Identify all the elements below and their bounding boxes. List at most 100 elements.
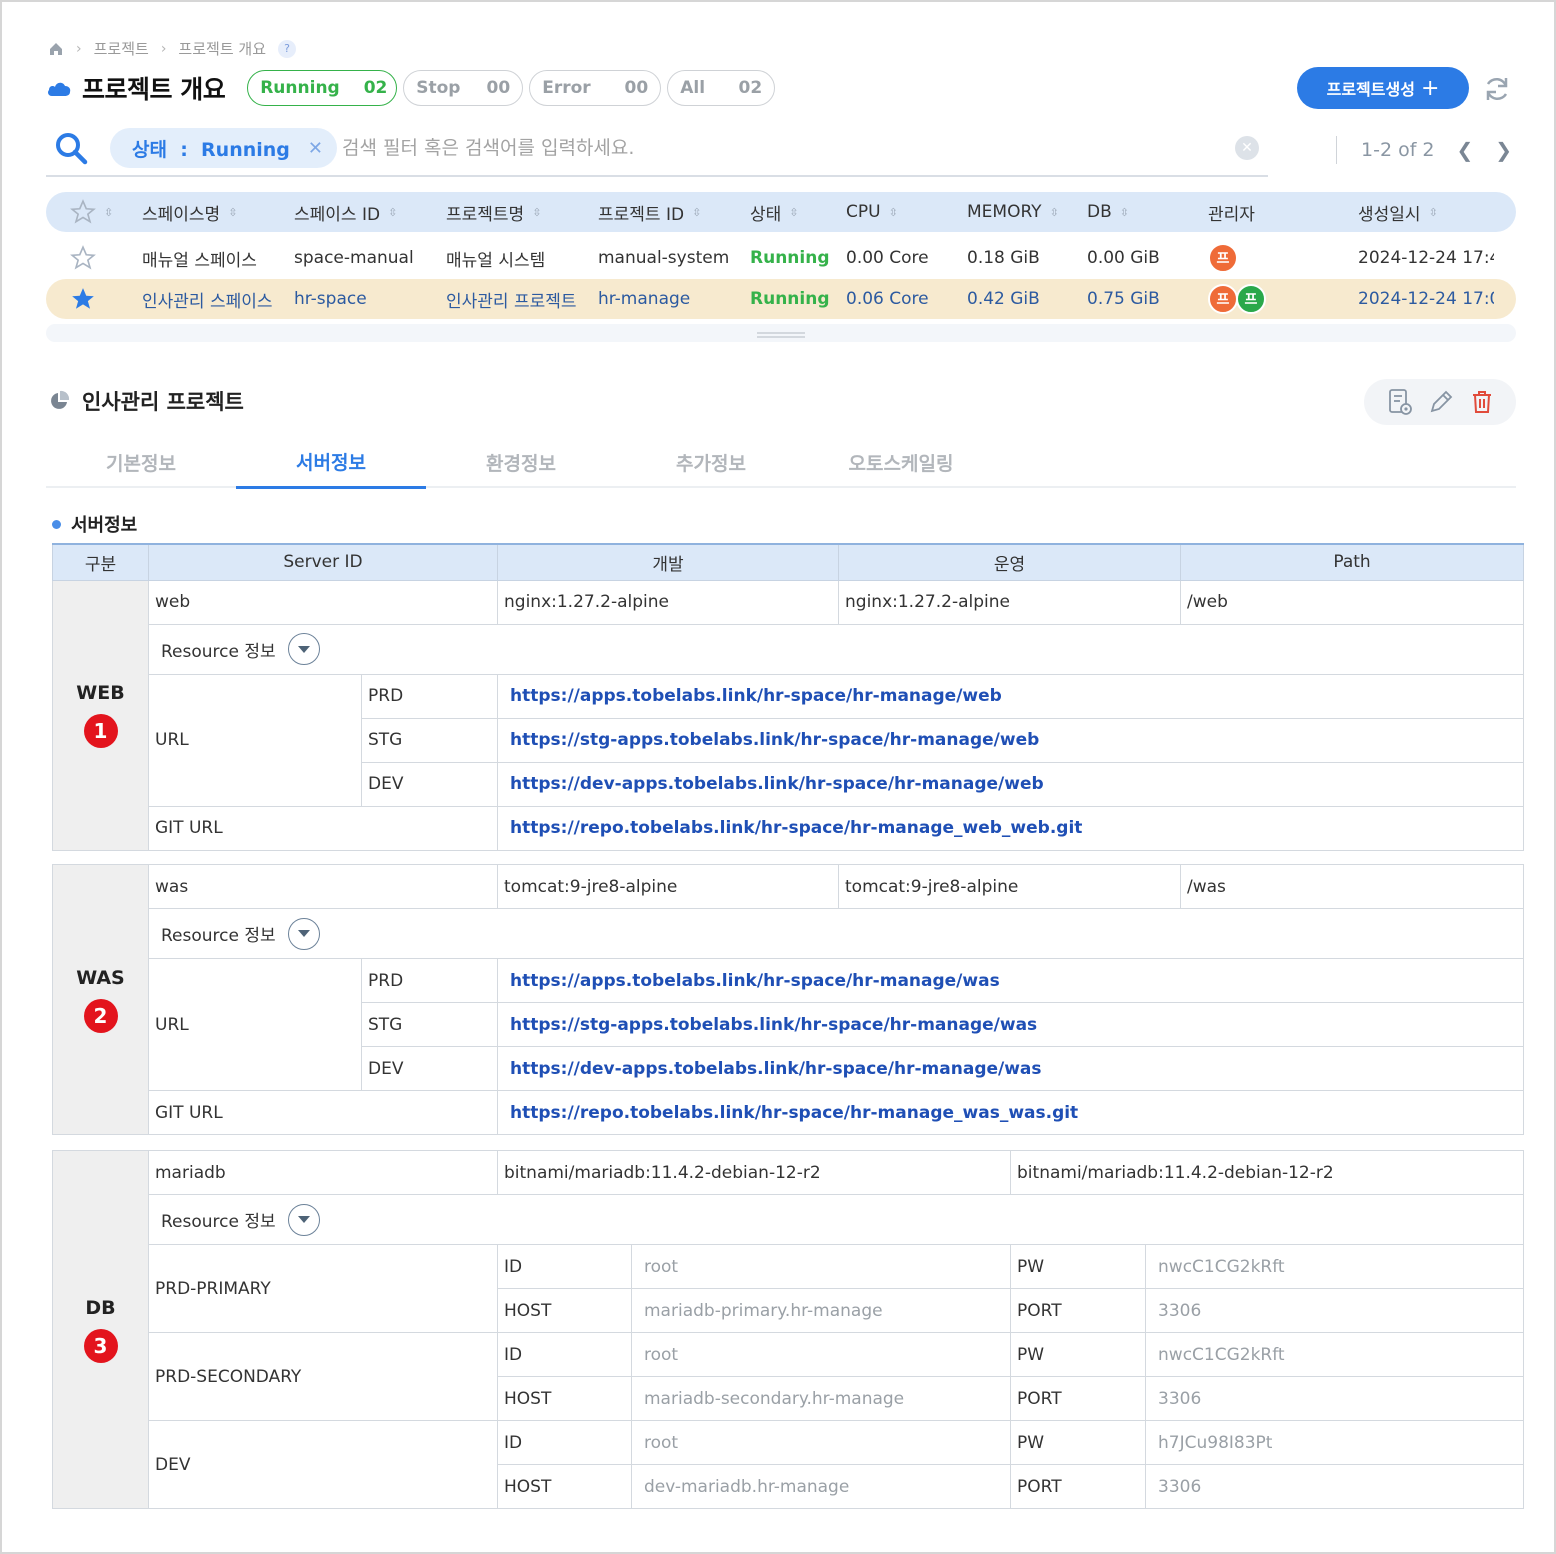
expand-resource-button[interactable] — [287, 633, 320, 665]
prev-page-icon[interactable]: ❮ — [1457, 138, 1474, 162]
filter-stop[interactable]: Stop 00 — [403, 70, 524, 106]
path-value: /was — [1180, 864, 1524, 909]
star-toggle[interactable] — [70, 279, 96, 319]
col-db[interactable]: DB ⇳ — [1087, 192, 1129, 232]
project-name: 매뉴얼 시스템 — [446, 250, 546, 271]
create-project-label: 프로젝트생성 — [1326, 80, 1415, 99]
db-port-value: 3306 — [1145, 1288, 1525, 1333]
col-status[interactable]: 상태 ⇳ — [750, 192, 799, 232]
sort-icon[interactable]: ⇳ — [1120, 206, 1129, 219]
url-link[interactable]: https://stg-apps.tobelabs.link/hr-space/… — [497, 1002, 1524, 1047]
resize-handle[interactable] — [757, 332, 805, 338]
ops-image: tomcat:9-jre8-alpine — [838, 864, 1181, 909]
cpu-value: 0.06 Core — [846, 289, 929, 309]
server-table-db: DB 3 mariadb bitnami/mariadb:11.4.2-debia… — [52, 1150, 1525, 1509]
tab-environment-info[interactable]: 환경정보 — [426, 436, 616, 488]
git-url-link[interactable]: https://repo.tobelabs.link/hr-space/hr-m… — [497, 1090, 1524, 1135]
server-table-web: 구분 Server ID 개발 운영 Path WEB 1 web nginx:1… — [52, 543, 1525, 851]
chevron-down-icon — [297, 1216, 310, 1223]
url-link[interactable]: https://apps.tobelabs.link/hr-space/hr-m… — [497, 673, 1525, 719]
cpu-value: 0.00 Core — [846, 248, 929, 268]
ops-image: nginx:1.27.2-alpine — [838, 579, 1182, 625]
trash-icon[interactable] — [1468, 388, 1496, 416]
url-link[interactable]: https://stg-apps.tobelabs.link/hr-space/… — [497, 717, 1525, 763]
project-id: hr-manage — [598, 289, 691, 309]
home-icon[interactable] — [48, 41, 64, 57]
header-server-id: Server ID — [147, 543, 499, 581]
db-id-value: root — [630, 1244, 1012, 1289]
dev-image: tomcat:9-jre8-alpine — [497, 864, 839, 909]
col-project-id[interactable]: 프로젝트 ID ⇳ — [598, 192, 701, 232]
clear-search-icon[interactable]: ✕ — [1235, 136, 1259, 160]
col-memory[interactable]: MEMORY ⇳ — [967, 192, 1059, 232]
sort-icon[interactable]: ⇳ — [692, 206, 701, 219]
sort-icon[interactable]: ⇳ — [532, 206, 541, 219]
col-project-name[interactable]: 프로젝트명 ⇳ — [446, 192, 541, 232]
status-badge: Running — [750, 289, 830, 309]
host-label: HOST — [497, 1376, 632, 1421]
sort-icon[interactable]: ⇳ — [104, 206, 113, 219]
project-row[interactable]: 매뉴얼 스페이스 space-manual 매뉴얼 시스템 manual-sys… — [46, 238, 1516, 278]
space-id: hr-space — [294, 289, 367, 309]
created-date: 2024-12-24 17:0 — [1358, 289, 1494, 309]
sort-icon[interactable]: ⇳ — [388, 206, 397, 219]
col-space-id[interactable]: 스페이스 ID ⇳ — [294, 192, 397, 232]
filter-label: Error — [542, 78, 591, 98]
avatar[interactable]: 프 — [1208, 284, 1238, 314]
expand-resource-button[interactable] — [287, 917, 320, 950]
avatar[interactable]: 프 — [1236, 284, 1266, 314]
git-url-label: GIT URL — [148, 1090, 498, 1135]
db-instance-name: PRD-PRIMARY — [148, 1244, 498, 1333]
breadcrumb-item-overview[interactable]: 프로젝트 개요 — [178, 38, 266, 59]
port-label: PORT — [1010, 1464, 1147, 1509]
avatar[interactable]: 프 — [1208, 243, 1238, 273]
db-id-value: root — [630, 1420, 1012, 1465]
tab-additional-info[interactable]: 추가정보 — [616, 436, 806, 488]
chevron-down-icon — [297, 645, 310, 653]
expand-resource-button[interactable] — [287, 1203, 320, 1236]
project-name: 인사관리 프로젝트 — [446, 291, 577, 312]
tab-basic-info[interactable]: 기본정보 — [46, 436, 236, 488]
db-pw-value: h7JCu98I83Pt — [1145, 1420, 1525, 1465]
admin-list: 프 — [1208, 238, 1238, 278]
settings-document-icon[interactable] — [1385, 387, 1415, 417]
project-row-selected[interactable]: 인사관리 스페이스 hr-space 인사관리 프로젝트 hr-manage R… — [46, 279, 1516, 319]
create-project-button[interactable]: 프로젝트생성 + — [1297, 67, 1469, 109]
help-icon[interactable]: ? — [278, 39, 296, 58]
url-link[interactable]: https://dev-apps.tobelabs.link/hr-space/… — [497, 761, 1525, 807]
refresh-icon[interactable] — [1482, 74, 1512, 104]
url-link[interactable]: https://apps.tobelabs.link/hr-space/hr-m… — [497, 958, 1524, 1003]
search-input[interactable] — [342, 131, 1222, 165]
git-url-label: GIT URL — [147, 805, 499, 851]
url-link[interactable]: https://dev-apps.tobelabs.link/hr-space/… — [497, 1046, 1524, 1091]
remove-filter-icon[interactable]: ✕ — [308, 138, 323, 159]
filter-chip[interactable]: 상태 : Running ✕ — [110, 128, 337, 168]
db-instance-name: PRD-SECONDARY — [148, 1332, 498, 1421]
sort-icon[interactable]: ⇳ — [889, 206, 898, 219]
filter-running[interactable]: Running 02 — [247, 70, 398, 106]
filter-error[interactable]: Error 00 — [529, 70, 662, 106]
search-icon[interactable] — [54, 131, 88, 165]
filter-all[interactable]: All 02 — [667, 70, 776, 106]
tab-server-info[interactable]: 서버정보 — [236, 436, 426, 489]
space-name: 인사관리 스페이스 — [142, 291, 273, 312]
star-column-header[interactable]: ⇳ — [70, 192, 113, 232]
git-url-link[interactable]: https://repo.tobelabs.link/hr-space/hr-m… — [497, 805, 1525, 851]
sort-icon[interactable]: ⇳ — [228, 206, 237, 219]
col-space-name[interactable]: 스페이스명 ⇳ — [142, 192, 237, 232]
edit-icon[interactable] — [1427, 388, 1455, 416]
col-cpu[interactable]: CPU ⇳ — [846, 192, 898, 232]
next-page-icon[interactable]: ❯ — [1495, 138, 1512, 162]
sort-icon[interactable]: ⇳ — [1429, 206, 1438, 219]
id-label: ID — [497, 1244, 632, 1289]
sort-icon[interactable]: ⇳ — [1050, 206, 1059, 219]
breadcrumb-item-projects[interactable]: 프로젝트 — [94, 38, 149, 59]
col-created[interactable]: 생성일시 ⇳ — [1358, 192, 1438, 232]
tab-autoscaling[interactable]: 오토스케일링 — [806, 436, 996, 488]
header-group: 구분 — [52, 543, 149, 581]
env-label: DEV — [360, 761, 499, 807]
db-id-value: root — [630, 1332, 1012, 1377]
star-toggle[interactable] — [70, 238, 96, 278]
sort-icon[interactable]: ⇳ — [789, 206, 798, 219]
number-badge: 1 — [83, 714, 118, 748]
